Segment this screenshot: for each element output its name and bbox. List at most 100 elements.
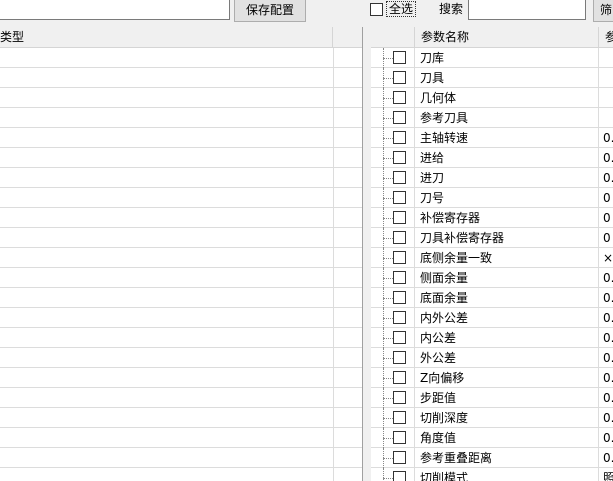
parameter-checkbox[interactable] [393,411,406,424]
parameter-value[interactable] [599,48,613,68]
table-row[interactable] [0,328,362,348]
parameter-row[interactable]: 补偿寄存器 0 [371,208,613,228]
parameter-name: 侧面余量 [415,268,599,288]
parameter-value[interactable]: 0. [599,348,613,368]
parameter-row[interactable]: 进给0. [371,148,613,168]
table-row[interactable] [0,388,362,408]
parameter-row[interactable]: 切削深度0. [371,408,613,428]
save-config-button[interactable]: 保存配置 [234,0,306,22]
parameter-row[interactable]: 底面余量0. [371,288,613,308]
parameter-checkbox[interactable] [393,391,406,404]
search-input[interactable] [468,0,586,20]
parameter-value[interactable]: 0. [599,428,613,448]
table-row[interactable] [0,228,362,248]
parameter-value[interactable]: 0. [599,368,613,388]
table-row[interactable] [0,468,362,481]
parameter-value[interactable]: 0 [599,188,613,208]
table-row[interactable] [0,68,362,88]
table-row[interactable] [0,188,362,208]
table-row[interactable] [0,208,362,228]
parameter-checkbox[interactable] [393,171,406,184]
parameter-row[interactable]: 内公差0. [371,328,613,348]
config-name-input[interactable] [0,0,230,20]
table-row[interactable] [0,128,362,148]
parameter-checkbox[interactable] [393,191,406,204]
parameter-value[interactable]: 0. [599,168,613,188]
table-row[interactable] [0,88,362,108]
column-header-param-name[interactable]: 参数名称 [415,27,599,48]
table-row[interactable] [0,288,362,308]
parameter-checkbox[interactable] [393,371,406,384]
table-row[interactable] [0,368,362,388]
parameter-row[interactable]: 几何体 [371,88,613,108]
parameter-value[interactable]: 0. [599,408,613,428]
parameter-checkbox[interactable] [393,131,406,144]
parameter-checkbox[interactable] [393,251,406,264]
parameter-row[interactable]: 刀号 0 [371,188,613,208]
parameter-row[interactable]: 主轴转速0. [371,128,613,148]
parameter-name: 主轴转速 [415,128,599,148]
parameter-row[interactable]: 参考重叠距离0. [371,448,613,468]
parameter-row[interactable]: 进刀0. [371,168,613,188]
parameter-value[interactable]: 0. [599,388,613,408]
parameter-row[interactable]: 外公差0. [371,348,613,368]
parameter-row[interactable]: 刀库 [371,48,613,68]
parameter-row[interactable]: 刀具 [371,68,613,88]
table-row[interactable] [0,248,362,268]
parameter-row[interactable]: 侧面余量0. [371,268,613,288]
table-row[interactable] [0,408,362,428]
parameter-value[interactable]: 0 [599,228,613,248]
table-row[interactable] [0,448,362,468]
parameter-checkbox[interactable] [393,311,406,324]
table-row[interactable] [0,428,362,448]
parameter-checkbox[interactable] [393,471,406,481]
parameter-checkbox[interactable] [393,51,406,64]
parameter-checkbox[interactable] [393,231,406,244]
parameter-value[interactable] [599,108,613,128]
parameter-row[interactable]: 底侧余量一致 × [371,248,613,268]
parameter-row[interactable]: 角度值0. [371,428,613,448]
column-header-param-value[interactable]: 参 [599,27,613,48]
filter-button[interactable]: 筛 [593,0,613,22]
parameter-checkbox[interactable] [393,91,406,104]
table-row[interactable] [0,48,362,68]
parameter-row[interactable]: 内外公差0. [371,308,613,328]
parameter-value[interactable]: 0. [599,288,613,308]
parameter-row[interactable]: Z向偏移0. [371,368,613,388]
parameter-value[interactable]: 0. [599,268,613,288]
parameter-row[interactable]: 步距值0. [371,388,613,408]
parameter-value[interactable]: 0. [599,448,613,468]
parameter-checkbox[interactable] [393,291,406,304]
parameter-checkbox[interactable] [393,351,406,364]
table-row[interactable] [0,108,362,128]
parameter-checkbox[interactable] [393,431,406,444]
parameter-value[interactable] [599,68,613,88]
select-all-checkbox[interactable]: 全选 [370,0,417,18]
parameter-value[interactable]: 0. [599,128,613,148]
parameter-value[interactable]: 0 [599,208,613,228]
parameter-row[interactable]: 参考刀具 [371,108,613,128]
parameter-value[interactable]: 0. [599,148,613,168]
parameter-checkbox[interactable] [393,451,406,464]
parameter-checkbox[interactable] [393,211,406,224]
parameter-checkbox[interactable] [393,151,406,164]
parameter-checkbox[interactable] [393,331,406,344]
parameter-value[interactable] [599,88,613,108]
tree-connector [371,88,415,108]
parameter-value[interactable]: 照 [599,468,613,481]
table-row[interactable] [0,308,362,328]
parameter-row[interactable]: 刀具补偿寄存器 0 [371,228,613,248]
checkbox-box[interactable] [370,2,383,16]
table-row[interactable] [0,348,362,368]
parameter-value[interactable]: × [599,248,613,268]
parameter-value[interactable]: 0. [599,308,613,328]
column-header-type[interactable]: 类型 [0,27,333,48]
table-row[interactable] [0,168,362,188]
parameter-checkbox[interactable] [393,111,406,124]
parameter-row[interactable]: 切削模式照 [371,468,613,481]
parameter-checkbox[interactable] [393,71,406,84]
table-row[interactable] [0,268,362,288]
parameter-checkbox[interactable] [393,271,406,284]
table-row[interactable] [0,148,362,168]
parameter-value[interactable]: 0. [599,328,613,348]
